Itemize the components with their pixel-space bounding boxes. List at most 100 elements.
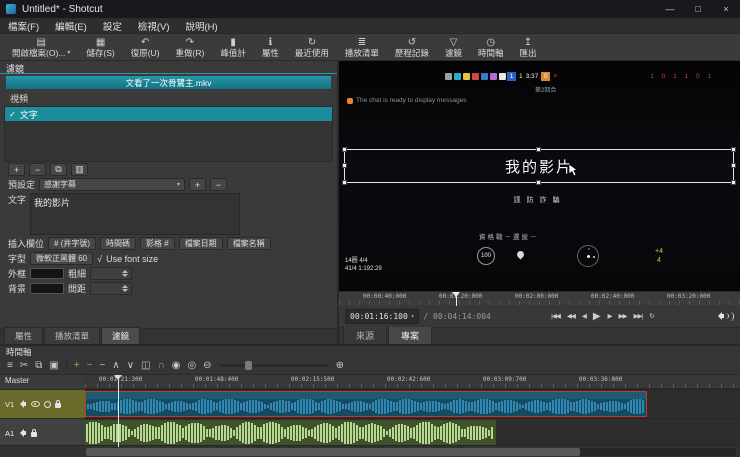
blend-icon[interactable] [44,400,52,408]
selection-handle[interactable] [342,163,347,168]
save-button[interactable]: ▦ 儲存(S) [78,34,122,60]
preview-scrubber[interactable]: 00:00:40:000 00:01:20:000 00:02:00:000 0… [339,291,740,306]
preset-combobox[interactable]: 感謝字幕 ▾ [39,178,186,191]
play-button[interactable]: ▶ [593,311,601,322]
dock-tab-filters[interactable]: 濾鏡 [101,327,141,344]
lift-button[interactable]: ~ [100,360,106,372]
tab-source[interactable]: 來源 [343,326,388,344]
playlist-button[interactable]: ≣ 播放清單 [337,34,387,60]
loop-button[interactable]: ↻ [649,312,655,320]
timeline-ruler[interactable]: 00:01:21:300 00:01:48:400 00:02:15:500 0… [85,375,740,389]
zoom-slider[interactable] [218,361,329,370]
selection-handle[interactable] [731,163,736,168]
insert-timecode-button[interactable]: 時間碼 [100,237,137,250]
timeline-menu-button[interactable]: ≡ [7,360,13,372]
fast-forward-button[interactable]: ▶▶ [619,312,628,320]
history-button[interactable]: ↺ 歷程記錄 [387,34,437,60]
selection-handle[interactable] [731,147,736,152]
score-home: 1 [507,72,516,81]
hide-icon[interactable] [31,401,41,407]
dock-tab-properties[interactable]: 屬性 [4,327,44,344]
markers-button[interactable]: ◫ [141,360,150,372]
add-filter-button[interactable]: + [8,163,25,176]
spacing-spinner[interactable] [90,282,133,295]
overwrite-button[interactable]: ∧ [112,360,119,372]
timeline-button[interactable]: ◷ 時間軸 [470,34,512,60]
use-font-size-checkbox[interactable]: √ [97,254,102,264]
zoom-in-button[interactable]: ⊕ [336,360,344,372]
position-timecode[interactable]: 00:01:16:100 ▾ [345,308,420,324]
undo-button[interactable]: ↶ 復原(U) [123,34,168,60]
menu-item-view[interactable]: 檢視(V) [130,19,178,33]
rewind-button[interactable]: ◀◀ [567,312,576,320]
mute-icon[interactable] [20,400,27,408]
export-button[interactable]: ↥ 匯出 [511,34,544,60]
remove-filter-button[interactable]: − [29,163,46,176]
ripple-toggle[interactable]: ◎ [187,360,196,372]
copy-button[interactable]: ⧉ [35,360,42,372]
volume-icon[interactable] [717,311,734,321]
skip-to-start-button[interactable]: |◀◀ [551,312,561,320]
track-head-v1[interactable]: V1 [0,389,85,418]
save-preset-button[interactable]: + [189,178,207,191]
dock-tab-playlist[interactable]: 播放清單 [44,327,101,344]
paste-filters-button[interactable]: ▥ [71,163,88,176]
lock-icon[interactable] [31,429,38,437]
filters-button[interactable]: ▽ 濾鏡 [437,34,470,60]
zoom-slider-thumb[interactable] [244,361,252,370]
insert-filedate-button[interactable]: 檔案日期 [178,237,223,250]
selection-handle[interactable] [731,180,736,185]
snap-toggle[interactable]: ∩ [157,360,164,372]
delete-preset-button[interactable]: − [210,178,228,191]
peak-meter-button[interactable]: ▮ 峰值計 [212,34,254,60]
zoom-out-button[interactable]: ⊖ [203,360,211,372]
filter-row-text[interactable]: ✓ 文字 [5,107,332,121]
video-clip-selected[interactable] [85,391,647,417]
mute-icon[interactable] [20,429,27,437]
menu-item-help[interactable]: 說明(H) [178,19,226,33]
text-input[interactable]: 我的影片 [30,193,241,235]
selection-handle[interactable] [536,147,541,152]
outline-color-swatch[interactable] [30,268,65,279]
track-head-a1[interactable]: A1 [0,418,85,447]
recent-button[interactable]: ↻ 最近使用 [287,34,337,60]
preview-playhead[interactable] [452,292,460,306]
cut-button[interactable]: ✂ [20,360,28,372]
append-button[interactable]: + [74,360,80,372]
selection-handle[interactable] [536,180,541,185]
split-button[interactable]: ∨ [127,360,134,372]
background-color-swatch[interactable] [30,283,65,294]
copy-filters-button[interactable]: ⧉ [50,163,67,176]
properties-button[interactable]: ℹ 屬性 [254,34,287,60]
master-track-label[interactable]: Master [0,375,85,389]
redo-button[interactable]: ↷ 重做(R) [168,34,213,60]
minimize-button[interactable]: — [656,0,684,18]
paste-button[interactable]: ▣ [49,360,58,372]
insert-frame-button[interactable]: 影格 # [140,237,175,250]
tab-project[interactable]: 專案 [388,326,433,344]
step-back-button[interactable]: ◀ [582,312,587,320]
step-forward-button[interactable]: ▶ [608,312,613,320]
timeline-hscrollbar[interactable] [86,448,736,456]
selection-handle[interactable] [342,147,347,152]
scrollbar-thumb[interactable] [86,448,580,456]
font-button[interactable]: 微軟正黑體 60 [30,252,94,265]
menu-item-edit[interactable]: 編輯(E) [47,19,95,33]
insert-hash-button[interactable]: # (井字號) [48,237,97,250]
open-file-button[interactable]: ▤ 開啟檔案(O)... ▾ [4,34,78,60]
lock-icon[interactable] [55,400,62,408]
scrub-while-dragging-toggle[interactable]: ◉ [172,360,181,372]
selection-handle[interactable] [342,180,347,185]
thickness-spinner[interactable] [90,267,133,280]
menu-item-file[interactable]: 檔案(F) [0,19,47,33]
timeline-playhead[interactable] [114,375,122,447]
audio-clip[interactable] [85,420,496,446]
close-button[interactable]: × [712,0,740,18]
maximize-button[interactable]: □ [684,0,712,18]
text-selection-box[interactable]: 我的影片 [342,147,736,185]
ripple-delete-button[interactable]: − [87,360,93,372]
menu-item-settings[interactable]: 設定 [95,19,130,33]
skip-to-end-button[interactable]: ▶▶| [634,312,644,320]
insert-filename-button[interactable]: 檔案名稱 [226,237,271,250]
filter-enabled-checkbox[interactable]: ✓ [9,110,16,119]
